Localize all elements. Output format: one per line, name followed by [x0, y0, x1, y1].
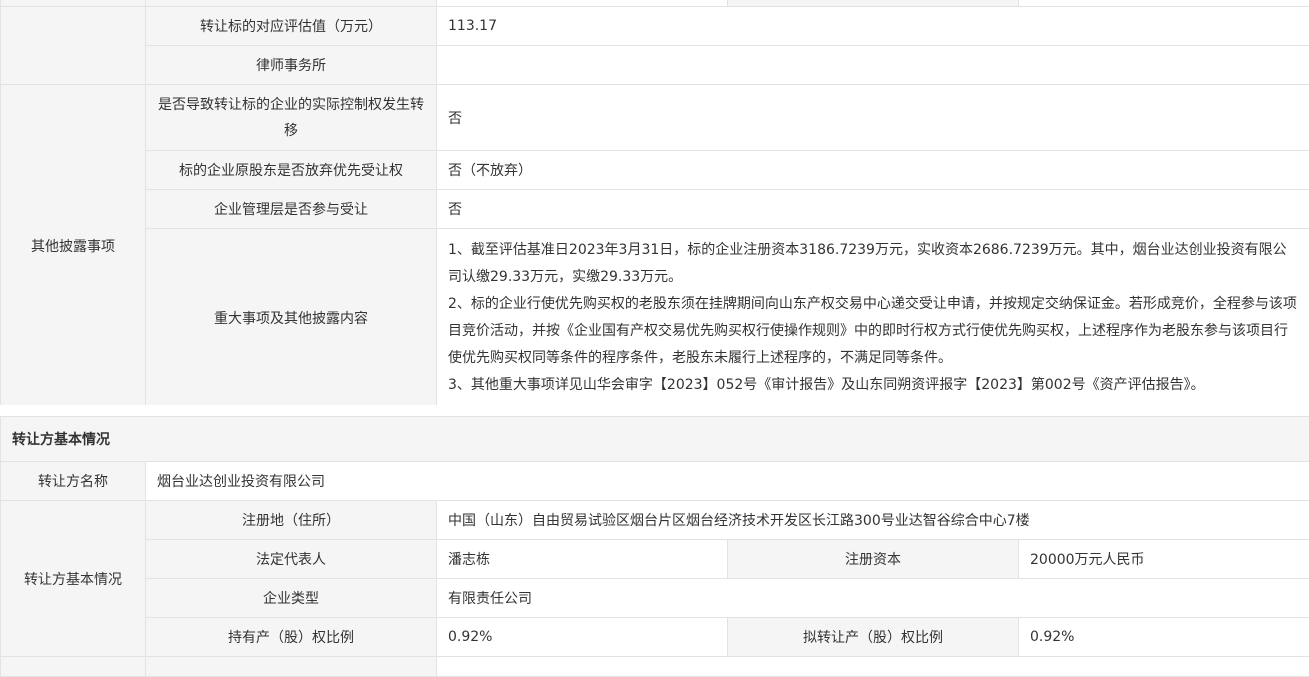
preemptive-right-label: 标的企业原股东是否放弃优先受让权 — [146, 151, 437, 190]
table-row: 法定代表人 潘志栋 注册资本 20000万元人民币 — [1, 540, 1309, 579]
address-label: 注册地（住所） — [146, 501, 437, 540]
transferor-name-label: 转让方名称 — [1, 462, 146, 501]
other-disclosures-label: 其他披露事项 — [1, 85, 146, 408]
major-matters-paragraph-3: 3、其他重大事项详见山华会审字【2023】052号《审计报告》及山东同朔资评报字… — [448, 372, 1298, 399]
table-row: 律师事务所 — [1, 46, 1309, 85]
management-participation-label: 企业管理层是否参与受让 — [146, 190, 437, 229]
address-value: 中国（山东）自由贸易试验区烟台片区烟台经济技术开发区长江路300号业达智谷综合中… — [437, 501, 1309, 540]
spacer-cell — [146, 657, 437, 677]
project-details-table: 转让标的对应评估值（万元） 113.17 律师事务所 其他披露事项 是否导致转让… — [0, 0, 1309, 408]
legal-rep-value: 潘志栋 — [437, 540, 728, 579]
control-transfer-value: 否 — [437, 85, 1309, 151]
transferor-name-value: 烟台业达创业投资有限公司 — [146, 462, 1309, 501]
legal-rep-label: 法定代表人 — [146, 540, 437, 579]
major-matters-label: 重大事项及其他披露内容 — [146, 229, 437, 408]
table-row: 其他披露事项 是否导致转让标的企业的实际控制权发生转移 否 — [1, 85, 1309, 151]
company-type-value: 有限责任公司 — [437, 579, 1309, 618]
control-transfer-label: 是否导致转让标的企业的实际控制权发生转移 — [146, 85, 437, 151]
table-row: 重大事项及其他披露内容 1、截至评估基准日2023年3月31日，标的企业注册资本… — [1, 229, 1309, 408]
table-row: 企业管理层是否参与受让 否 — [1, 190, 1309, 229]
law-firm-value — [437, 46, 1309, 85]
spacer-cell — [437, 657, 1309, 677]
transfer-ratio-value: 0.92% — [1019, 618, 1309, 657]
table-row — [1, 657, 1309, 677]
group-label-cell — [1, 7, 146, 85]
major-matters-content: 1、截至评估基准日2023年3月31日，标的企业注册资本3186.7239万元，… — [437, 229, 1309, 408]
major-matters-paragraph-1: 1、截至评估基准日2023年3月31日，标的企业注册资本3186.7239万元，… — [448, 237, 1298, 291]
holding-ratio-value: 0.92% — [437, 618, 728, 657]
transferor-info-table: 转让方基本情况 转让方名称 烟台业达创业投资有限公司 转让方基本情况 注册地（住… — [0, 416, 1309, 677]
table-row: 标的企业原股东是否放弃优先受让权 否（不放弃） — [1, 151, 1309, 190]
major-matters-paragraph-2: 2、标的企业行使优先购买权的老股东须在挂牌期间向山东产权交易中心递交受让申请，并… — [448, 291, 1298, 372]
transfer-ratio-label: 拟转让产（股）权比例 — [728, 618, 1019, 657]
table-row: 企业类型 有限责任公司 — [1, 579, 1309, 618]
table-row: 转让标的对应评估值（万元） 113.17 — [1, 7, 1309, 46]
table-row: 持有产（股）权比例 0.92% 拟转让产（股）权比例 0.92% — [1, 618, 1309, 657]
disclosure-page: 转让标的对应评估值（万元） 113.17 律师事务所 其他披露事项 是否导致转让… — [0, 0, 1309, 666]
table-row: 转让方基本情况 注册地（住所） 中国（山东）自由贸易试验区烟台片区烟台经济技术开… — [1, 501, 1309, 540]
reg-capital-label: 注册资本 — [728, 540, 1019, 579]
law-firm-label: 律师事务所 — [146, 46, 437, 85]
preemptive-right-value: 否（不放弃） — [437, 151, 1309, 190]
reg-capital-value: 20000万元人民币 — [1019, 540, 1309, 579]
table-row: 转让方基本情况 — [1, 417, 1309, 462]
section-gap — [0, 405, 1309, 416]
holding-ratio-label: 持有产（股）权比例 — [146, 618, 437, 657]
table-row: 转让方名称 烟台业达创业投资有限公司 — [1, 462, 1309, 501]
company-type-label: 企业类型 — [146, 579, 437, 618]
appraisal-value-label: 转让标的对应评估值（万元） — [146, 7, 437, 46]
management-participation-value: 否 — [437, 190, 1309, 229]
spacer-cell — [1, 657, 146, 677]
transferor-group-label: 转让方基本情况 — [1, 501, 146, 657]
section-title: 转让方基本情况 — [1, 417, 1309, 462]
appraisal-value: 113.17 — [437, 7, 1309, 46]
